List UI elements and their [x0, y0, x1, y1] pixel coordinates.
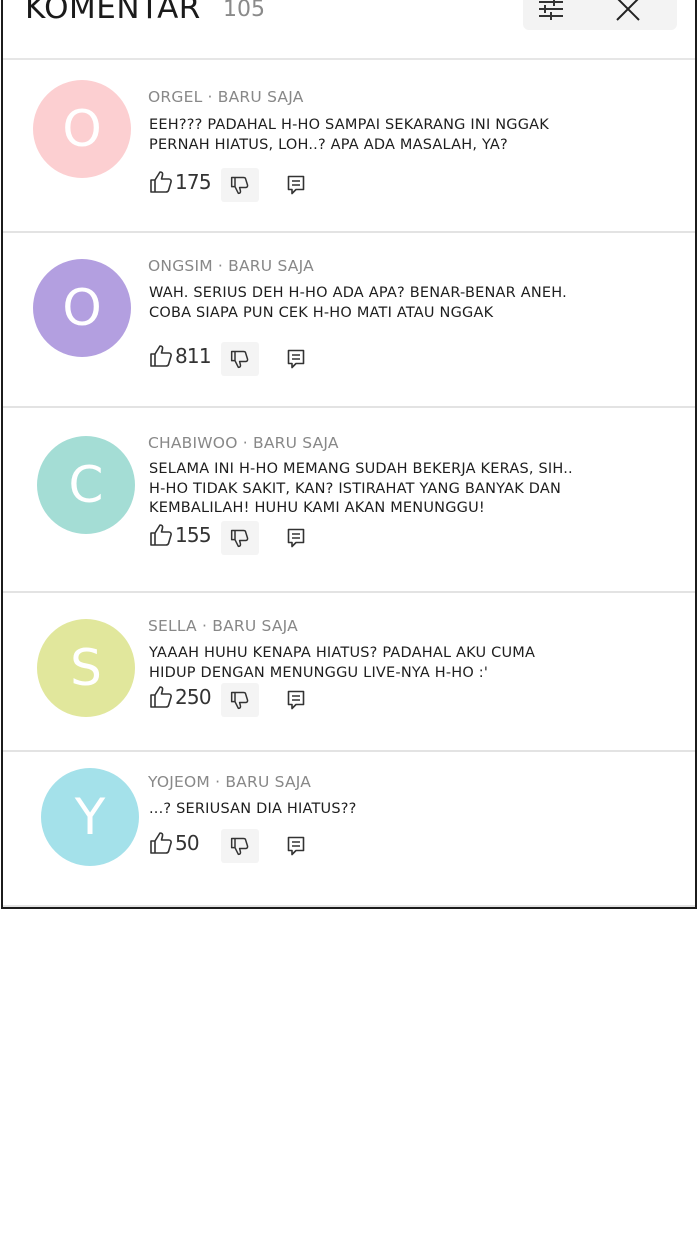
like-button[interactable]: 250 [149, 685, 212, 709]
comment-meta: ORGEL · BARU SAJA [148, 88, 304, 106]
dislike-button[interactable] [221, 168, 259, 202]
comment-item: O ORGEL · BARU SAJA EEH??? PADAHAL H-HO SA… [3, 58, 695, 233]
reply-button[interactable] [283, 525, 309, 551]
thumbs-up-icon [150, 171, 172, 193]
like-count: 250 [175, 685, 212, 709]
comment-text-line: HIDUP DENGAN MENUNGGU LIVE-NYA H-HO :' [149, 664, 489, 681]
avatar: O [33, 259, 131, 357]
dislike-button[interactable] [221, 521, 259, 555]
comment-text: YAAAH HUHU KENAPA HIATUS? PADAHAL AKU CU… [149, 644, 609, 683]
dislike-button[interactable] [221, 342, 259, 376]
thumbs-up-icon [150, 832, 172, 854]
comment-meta: SELLA · BARU SAJA [148, 617, 298, 635]
comment-item: C CHABIWOO · BARU SAJA SELAMA INI H-HO MEM… [3, 408, 695, 593]
sliders-icon [539, 0, 563, 20]
reply-button[interactable] [283, 833, 309, 859]
thumbs-down-icon [230, 176, 249, 195]
comment-text-line: KEMBALILAH! HUHU KAMI AKAN MENUNGGU! [149, 500, 485, 516]
thumbs-down-icon [230, 837, 249, 856]
comment-item: S SELLA · BARU SAJA YAAAH HUHU KENAPA HIAT… [3, 593, 695, 752]
comments-header: KOMENTAR 105 [3, 0, 695, 60]
avatar: C [37, 436, 135, 534]
filter-button[interactable] [523, 0, 579, 30]
avatar: Y [41, 768, 139, 866]
reply-icon [287, 690, 305, 710]
like-button[interactable]: 155 [149, 523, 212, 547]
close-button[interactable] [579, 0, 677, 30]
reply-icon [287, 349, 305, 369]
thumbs-up-icon [150, 345, 172, 367]
comment-item: Y YOJEOM · BARU SAJA ...? SERIUSAN DIA HIA… [3, 752, 695, 907]
thumbs-down-icon [230, 529, 249, 548]
comment-text: EEH??? PADAHAL H-HO SAMPAI SEKARANG INI … [149, 116, 609, 155]
comment-meta: YOJEOM · BARU SAJA [148, 773, 312, 791]
like-count: 811 [175, 344, 212, 368]
reply-button[interactable] [283, 172, 309, 198]
comment-text-line: H-HO TIDAK SAKIT, KAN? ISTIRAHAT YANG BA… [149, 480, 562, 497]
like-count: 175 [175, 170, 212, 194]
comment-text-line: YAAAH HUHU KENAPA HIATUS? PADAHAL AKU CU… [149, 645, 536, 661]
comment-text-line: WAH. SERIUS DEH H-HO ADA APA? BENAR-BENA… [149, 285, 567, 301]
reply-icon [287, 836, 305, 856]
comment-meta: CHABIWOO · BARU SAJA [148, 434, 339, 452]
comment-meta: ONGSIM · BARU SAJA [148, 257, 314, 275]
thumbs-down-icon [230, 691, 249, 710]
reply-button[interactable] [283, 346, 309, 372]
like-button[interactable]: 811 [149, 344, 212, 368]
thumbs-down-icon [230, 350, 249, 369]
avatar: O [33, 80, 131, 178]
comment-text: WAH. SERIUS DEH H-HO ADA APA? BENAR-BENA… [149, 284, 609, 323]
dislike-button[interactable] [221, 683, 259, 717]
comments-panel: KOMENTAR 105 O ORGEL · BARU SAJA EEH??? PA… [1, 0, 697, 909]
comment-text-line: ...? SERIUSAN DIA HIATUS?? [149, 801, 357, 817]
like-count: 50 [175, 831, 200, 855]
comment-text-line: COBA SIAPA PUN CEK H-HO MATI ATAU NGGAK [149, 304, 494, 321]
comments-title: KOMENTAR [25, 0, 201, 26]
thumbs-up-icon [150, 686, 172, 708]
comments-count: 105 [223, 0, 265, 22]
reply-icon [287, 528, 305, 548]
reply-button[interactable] [283, 687, 309, 713]
comment-text: SELAMA INI H-HO MEMANG SUDAH BEKERJA KER… [149, 460, 609, 519]
reply-icon [287, 175, 305, 195]
close-icon [616, 0, 640, 21]
dislike-button[interactable] [221, 829, 259, 863]
comment-text-line: EEH??? PADAHAL H-HO SAMPAI SEKARANG INI … [149, 117, 549, 133]
like-button[interactable]: 175 [149, 170, 212, 194]
comment-text: ...? SERIUSAN DIA HIATUS?? [149, 800, 609, 820]
comment-text-line: SELAMA INI H-HO MEMANG SUDAH BEKERJA KER… [149, 461, 573, 477]
avatar: S [37, 619, 135, 717]
thumbs-up-icon [150, 524, 172, 546]
comment-item: O ONGSIM · BARU SAJA WAH. SERIUS DEH H-HO … [3, 233, 695, 408]
like-button[interactable]: 50 [149, 831, 200, 855]
comment-text-line: PERNAH HIATUS, LOH..? APA ADA MASALAH, Y… [149, 136, 508, 153]
like-count: 155 [175, 523, 212, 547]
